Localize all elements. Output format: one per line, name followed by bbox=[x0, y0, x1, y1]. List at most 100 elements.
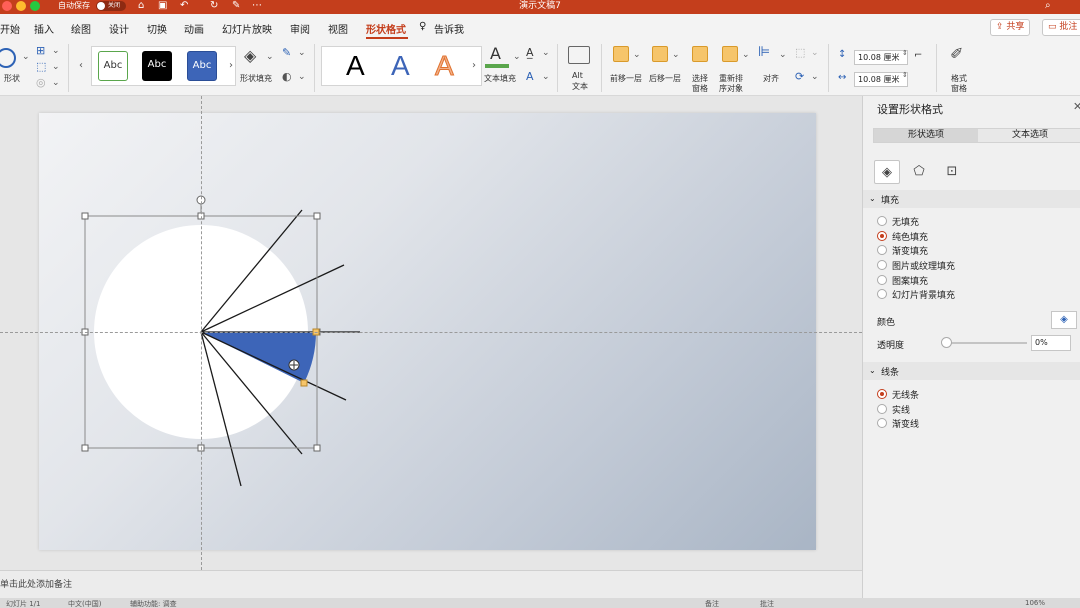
comments-button[interactable]: ▭ 批注 bbox=[1042, 19, 1080, 36]
shape-fill-dropdown-icon[interactable]: ⌄ bbox=[266, 52, 274, 62]
rotate-dropdown-icon[interactable]: ⌄ bbox=[811, 72, 819, 82]
shape-height-input[interactable]: 10.08 厘米 bbox=[854, 50, 908, 65]
reorder-dropdown-icon[interactable]: ⌄ bbox=[742, 50, 750, 60]
text-outline-dropdown-icon[interactable]: ⌄ bbox=[542, 48, 550, 58]
tab-home[interactable]: 开始 bbox=[0, 21, 20, 36]
wordart-orange[interactable]: A bbox=[435, 48, 455, 84]
send-backward-dropdown-icon[interactable]: ⌄ bbox=[672, 50, 680, 60]
text-effects-dropdown-icon[interactable]: ⌄ bbox=[542, 72, 550, 82]
send-backward-icon[interactable] bbox=[652, 46, 668, 62]
tab-draw[interactable]: 绘图 bbox=[71, 21, 91, 36]
tab-animations[interactable]: 动画 bbox=[184, 21, 204, 36]
wordart-black[interactable]: A bbox=[346, 48, 365, 84]
width-stepper-icon[interactable]: ⇕ bbox=[902, 71, 908, 79]
selection-pane-icon[interactable] bbox=[692, 46, 708, 62]
edit-shape-icon[interactable]: ⬚ bbox=[36, 60, 46, 73]
text-effects-icon[interactable]: A bbox=[526, 70, 534, 83]
tab-text-options[interactable]: 文本选项 bbox=[978, 129, 1080, 142]
textbox-dropdown-icon[interactable]: ⌄ bbox=[52, 46, 60, 56]
radio[interactable] bbox=[877, 289, 887, 299]
radio[interactable] bbox=[877, 260, 887, 270]
resize-handle[interactable] bbox=[313, 212, 321, 220]
wordart-next-icon[interactable]: › bbox=[472, 60, 476, 71]
gallery-next-icon[interactable]: › bbox=[229, 60, 233, 71]
outline-dropdown-icon[interactable]: ⌄ bbox=[298, 48, 306, 58]
zoom-level[interactable]: 106% bbox=[1025, 599, 1045, 607]
fill-section-header[interactable]: ⌄ 填充 bbox=[863, 190, 1080, 208]
text-box-icon[interactable]: ⊞ bbox=[36, 44, 45, 57]
style-swatch-outline[interactable]: Abc bbox=[98, 51, 128, 81]
tab-insert[interactable]: 插入 bbox=[34, 21, 54, 36]
transparency-slider-track[interactable] bbox=[947, 342, 1027, 344]
chevron-down-icon: ⌄ bbox=[869, 366, 876, 375]
resize-handle[interactable] bbox=[81, 212, 89, 220]
height-stepper-icon[interactable]: ⇕ bbox=[902, 49, 908, 57]
radio[interactable] bbox=[877, 216, 887, 226]
text-fill-dropdown-icon[interactable]: ⌄ bbox=[513, 52, 521, 62]
fill-bucket-icon[interactable]: ◈ bbox=[244, 46, 256, 65]
bring-forward-icon[interactable] bbox=[613, 46, 629, 62]
align-icon[interactable]: ⊫ bbox=[758, 44, 770, 60]
radio[interactable] bbox=[877, 245, 887, 255]
reorder-objects-icon[interactable] bbox=[722, 46, 738, 62]
radio-label: 无线条 bbox=[892, 391, 920, 401]
tab-shape-format[interactable]: 形状格式 bbox=[366, 21, 406, 36]
align-dropdown-icon[interactable]: ⌄ bbox=[779, 50, 787, 60]
fill-line-icon[interactable]: ◈ bbox=[874, 160, 900, 184]
tab-transitions[interactable]: 切换 bbox=[147, 21, 167, 36]
language-indicator[interactable]: 中文(中国) bbox=[68, 599, 101, 608]
radio-label: 幻灯片背景填充 bbox=[892, 291, 956, 301]
line-section-header[interactable]: ⌄ 线条 bbox=[863, 362, 1080, 380]
radio[interactable] bbox=[877, 404, 887, 414]
shape-effects-icon[interactable]: ◐ bbox=[282, 70, 292, 83]
radio[interactable] bbox=[877, 418, 887, 428]
shape-outline-icon[interactable]: ✎ bbox=[282, 46, 291, 59]
bring-forward-dropdown-icon[interactable]: ⌄ bbox=[633, 50, 641, 60]
shape-width-input[interactable]: 10.08 厘米 bbox=[854, 72, 908, 87]
resize-handle[interactable] bbox=[313, 444, 321, 452]
tab-design[interactable]: 设计 bbox=[109, 21, 129, 36]
fill-color-picker[interactable]: ◈ bbox=[1051, 311, 1077, 329]
style-swatch-dark[interactable]: Abc bbox=[142, 51, 172, 81]
effects-icon[interactable]: ⬠ bbox=[906, 160, 932, 184]
size-properties-icon[interactable]: ⊡ bbox=[939, 160, 965, 184]
shapes-dropdown-icon[interactable]: ⌄ bbox=[22, 52, 30, 62]
gallery-prev-icon[interactable]: ‹ bbox=[79, 60, 83, 71]
transparency-slider-knob[interactable] bbox=[941, 337, 952, 348]
adjust-handle[interactable] bbox=[300, 379, 308, 387]
wordart-blue[interactable]: A bbox=[391, 48, 410, 84]
search-icon[interactable]: ⌕ bbox=[1045, 0, 1051, 12]
tab-view[interactable]: 视图 bbox=[328, 21, 348, 36]
tab-shape-options[interactable]: 形状选项 bbox=[874, 129, 978, 142]
radio[interactable] bbox=[877, 275, 887, 285]
notes-toggle[interactable]: 备注 bbox=[705, 599, 719, 608]
alt-text-icon[interactable] bbox=[568, 46, 590, 64]
rotate-icon[interactable]: ⟳ bbox=[795, 70, 804, 83]
accessibility-status[interactable]: 辅助功能: 调查 bbox=[130, 599, 177, 608]
ribbon-separator bbox=[314, 44, 315, 92]
lock-aspect-icon[interactable]: ⌐ bbox=[914, 50, 922, 61]
shapes-icon[interactable] bbox=[0, 48, 16, 68]
edit-dropdown-icon[interactable]: ⌄ bbox=[52, 62, 60, 72]
format-pane-icon[interactable]: ✐ bbox=[950, 44, 963, 63]
group-icon[interactable]: ⬚ bbox=[795, 46, 805, 59]
style-swatch-blue[interactable]: Abc bbox=[187, 51, 217, 81]
radio-selected[interactable] bbox=[877, 231, 887, 241]
transparency-input[interactable]: 0% bbox=[1031, 335, 1071, 351]
merge-shapes-icon[interactable]: ◎ bbox=[36, 76, 46, 89]
share-button[interactable]: ⇪ 共享 bbox=[990, 19, 1031, 36]
resize-handle[interactable] bbox=[81, 444, 89, 452]
notes-pane[interactable]: 单击此处添加备注 bbox=[0, 570, 862, 598]
close-pane-icon[interactable]: ✕ bbox=[1073, 100, 1080, 113]
text-fill-button[interactable]: A bbox=[485, 44, 511, 68]
tab-review[interactable]: 审阅 bbox=[290, 21, 310, 36]
group-dropdown-icon[interactable]: ⌄ bbox=[811, 48, 819, 58]
slide-editing-canvas[interactable] bbox=[0, 96, 862, 570]
merge-dropdown-icon[interactable]: ⌄ bbox=[52, 78, 60, 88]
radio-selected[interactable] bbox=[877, 389, 887, 399]
tab-slideshow[interactable]: 幻灯片放映 bbox=[222, 21, 272, 36]
text-outline-icon[interactable]: A̲ bbox=[526, 46, 534, 59]
effects-dropdown-icon[interactable]: ⌄ bbox=[298, 72, 306, 82]
comments-toggle[interactable]: 批注 bbox=[760, 599, 774, 608]
tab-tell-me[interactable]: 告诉我 bbox=[434, 21, 464, 36]
